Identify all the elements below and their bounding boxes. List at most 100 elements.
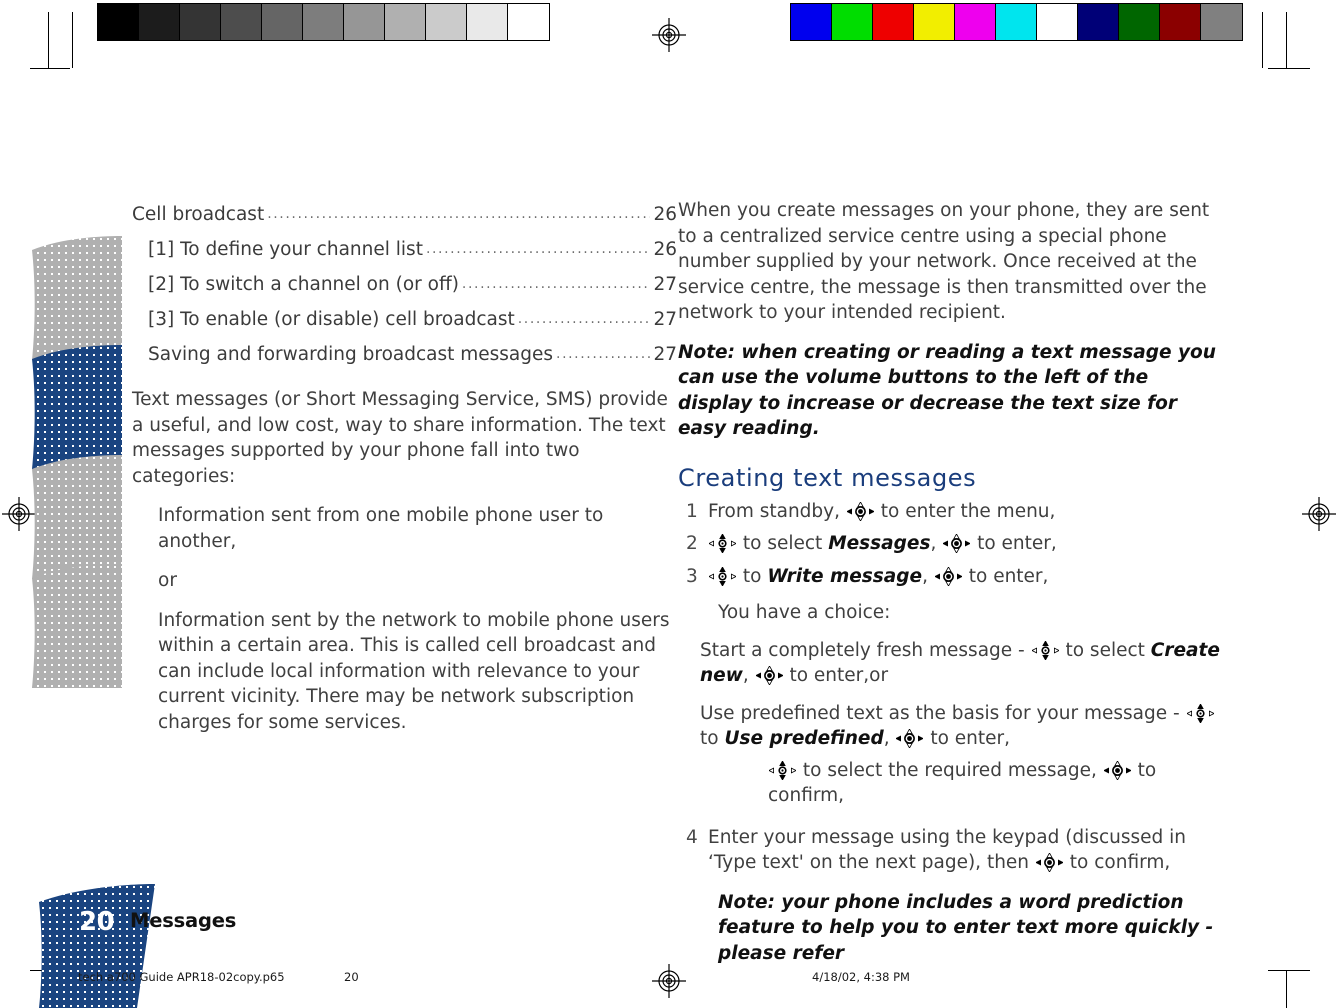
step-item: 1 From standby, to enter the menu, <box>678 499 1223 525</box>
chapter-tab <box>33 884 159 1008</box>
nav-key-enter-icon <box>846 501 874 521</box>
step-text: to Write message, to enter, <box>708 564 1223 590</box>
calibration-patch <box>221 4 262 40</box>
toc-entry-label: [3] To enable (or disable) cell broadcas… <box>148 309 515 330</box>
note-word-prediction: Note: your phone includes a word predict… <box>718 891 1214 964</box>
calibration-patch <box>791 4 832 40</box>
grayscale-calibration-strip <box>97 3 550 41</box>
step-number: 4 <box>686 826 698 848</box>
thumb-tab-messages[interactable] <box>28 345 124 469</box>
left-column: Cell broadcast..........................… <box>132 198 677 735</box>
footer-filename: tech a700 Guide APR18-02copy.p65 <box>78 970 285 984</box>
menu-item-name: Write message <box>767 565 923 587</box>
choice-use-predefined: Use predefined text as the basis for you… <box>678 701 1223 752</box>
calibration-patch <box>1160 4 1201 40</box>
footer-timestamp: 4/18/02, 4:38 PM <box>812 970 910 984</box>
calibration-patch <box>180 4 221 40</box>
step-number: 3 <box>686 565 698 587</box>
thumb-tab-3[interactable] <box>28 455 124 579</box>
choice-lead: You have a choice: <box>718 602 891 623</box>
toc-entry-page: 26 <box>653 239 677 260</box>
calibration-patch <box>98 4 139 40</box>
calibration-patch <box>262 4 303 40</box>
calibration-patch <box>303 4 344 40</box>
step-four: 4 Enter your message using the keypad (di… <box>678 825 1223 876</box>
nav-key-updown-icon <box>709 534 736 553</box>
page-title: Creating text messages <box>678 463 977 492</box>
toc-entry[interactable]: [2] To switch a channel on (or off).....… <box>132 268 677 303</box>
step-item: 2 to select Messages, to enter, <box>678 531 1223 557</box>
step-number: 2 <box>686 533 698 554</box>
step-text: Enter your message using the keypad (dis… <box>708 826 1187 874</box>
toc-entry[interactable]: Cell broadcast..........................… <box>132 198 677 233</box>
nav-key-enter-icon <box>943 534 971 553</box>
toc-dot-leader: ........................................… <box>517 311 651 327</box>
step-number: 1 <box>686 500 698 522</box>
calibration-patch <box>467 4 508 40</box>
nav-key-enter-icon <box>896 729 924 748</box>
calibration-patch <box>873 4 914 40</box>
nav-key-enter-icon <box>1103 760 1131 780</box>
calibration-patch <box>139 4 180 40</box>
choice-create-new: Start a completely fresh message - to se… <box>700 639 1220 687</box>
page-number-badge: 20 <box>79 907 115 937</box>
toc-entry-page: 27 <box>653 309 677 330</box>
numbered-steps: 1 From standby, to enter the menu, 2 to se… <box>678 499 1223 590</box>
toc-entry-label: [1] To define your channel list <box>148 239 423 260</box>
toc-entry-label: Cell broadcast <box>132 204 265 225</box>
nav-key-updown-icon <box>709 566 736 586</box>
step-item: 3 to Write message, to enter, <box>678 564 1223 590</box>
toc-entry-page: 27 <box>653 274 677 295</box>
table-of-contents: Cell broadcast..........................… <box>132 198 677 373</box>
calibration-patch <box>385 4 426 40</box>
crop-mark-bottom-right <box>1250 952 1310 1008</box>
calibration-patch <box>1201 4 1242 40</box>
calibration-patch <box>914 4 955 40</box>
manual-page: Cell broadcast..........................… <box>0 0 1340 1008</box>
calibration-patch <box>996 4 1037 40</box>
chapter-name: Messages <box>130 909 237 932</box>
intro-paragraph: Text messages (or Short Messaging Servic… <box>132 389 668 487</box>
toc-entry-page: 26 <box>653 204 677 225</box>
calibration-patch <box>344 4 385 40</box>
toc-entry[interactable]: [3] To enable (or disable) cell broadcas… <box>132 303 677 338</box>
right-intro-paragraph: When you create messages on your phone, … <box>678 200 1210 323</box>
calibration-patch <box>1119 4 1160 40</box>
toc-entry[interactable]: [1] To define your channel list.........… <box>132 233 677 268</box>
nav-key-enter-icon <box>1035 853 1063 872</box>
calibration-patch <box>426 4 467 40</box>
color-calibration-strip <box>790 3 1243 41</box>
crop-mark-top-right <box>1250 12 1310 69</box>
registration-mark-top <box>652 18 686 52</box>
footer-page-number: 20 <box>344 970 359 984</box>
menu-item-name: Messages <box>828 533 931 554</box>
toc-dot-leader: ........................................… <box>425 241 651 257</box>
bullet-two: Information sent by the network to mobil… <box>158 609 670 733</box>
menu-item-name: Use predefined <box>724 728 884 749</box>
bullet-or: or <box>158 570 177 591</box>
registration-mark-bottom <box>652 964 686 998</box>
toc-dot-leader: ........................................… <box>556 346 650 362</box>
choice-select-message: to select the required message, to confi… <box>768 759 1157 807</box>
toc-entry-page: 27 <box>653 344 677 365</box>
nav-key-updown-icon <box>769 760 796 780</box>
thumb-tab-1[interactable] <box>28 236 124 360</box>
thumb-tab-4[interactable] <box>28 564 124 688</box>
toc-dot-leader: ........................................… <box>461 276 651 292</box>
crop-mark-top-left <box>30 12 90 69</box>
calibration-patch <box>1037 4 1078 40</box>
toc-entry[interactable]: Saving and forwarding broadcast messages… <box>132 338 677 373</box>
calibration-patch <box>1078 4 1119 40</box>
step-text: to select Messages, to enter, <box>708 531 1223 557</box>
bullet-one: Information sent from one mobile phone u… <box>158 505 604 552</box>
note-volume-buttons: Note: when creating or reading a text me… <box>678 341 1216 440</box>
step-text: From standby, to enter the menu, <box>708 500 1056 522</box>
toc-entry-label: [2] To switch a channel on (or off) <box>148 274 459 295</box>
toc-entry-label: Saving and forwarding broadcast messages <box>148 344 554 365</box>
calibration-patch <box>955 4 996 40</box>
toc-dot-leader: ........................................… <box>267 206 650 222</box>
calibration-patch <box>832 4 873 40</box>
calibration-patch <box>508 4 549 40</box>
nav-key-enter-icon <box>755 666 783 685</box>
right-column: When you create messages on your phone, … <box>678 198 1223 966</box>
